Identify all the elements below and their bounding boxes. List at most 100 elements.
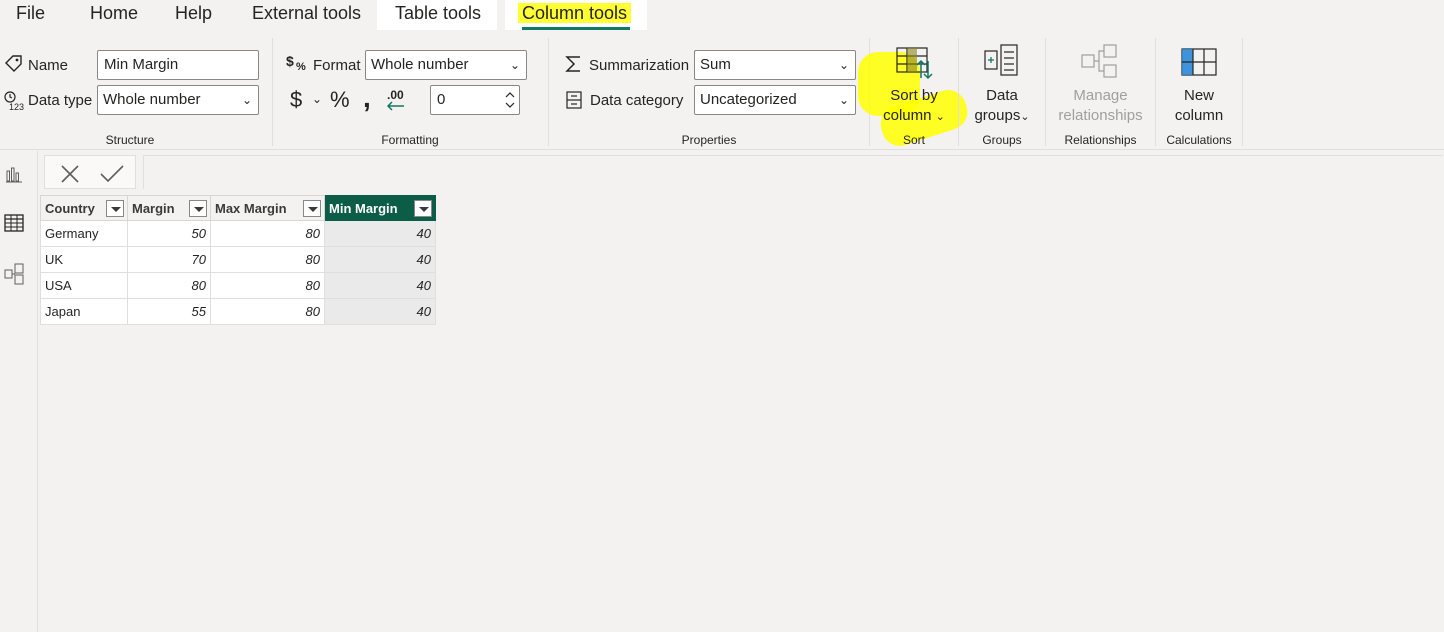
comma-style-button[interactable]: , — [363, 82, 371, 114]
report-view-icon[interactable] — [5, 165, 23, 183]
datatype-value: Whole number — [103, 91, 201, 108]
format-value: Whole number — [371, 56, 469, 73]
datatype-select[interactable]: Whole number ⌄ — [97, 85, 259, 115]
table-row: Japan 55 80 40 — [40, 298, 436, 325]
table-row: Germany 50 80 40 — [40, 220, 436, 247]
column-header-country[interactable]: Country — [40, 195, 128, 221]
checkmark-icon[interactable] — [99, 163, 125, 185]
sort-btn-line1: Sort by — [890, 87, 938, 104]
ribbon-tabs: File Home Help External tools Table tool… — [0, 0, 1444, 30]
new-column-icon — [1181, 48, 1217, 76]
group-label-groups: Groups — [982, 133, 1022, 147]
group-label-properties: Properties — [681, 133, 737, 147]
column-name-input[interactable]: Min Margin — [97, 50, 259, 80]
manage-relationships-button[interactable]: Manage relationships — [1053, 86, 1148, 126]
data-groups-icon — [984, 44, 1018, 76]
decimal-places-stepper[interactable]: 0 — [430, 85, 520, 115]
groups-btn-line1: Data — [986, 87, 1018, 104]
svg-text:123: 123 — [9, 102, 24, 112]
calc-btn-line1: New — [1183, 87, 1214, 104]
summarization-value: Sum — [700, 56, 731, 73]
model-view-icon[interactable] — [4, 263, 24, 285]
data-category-select[interactable]: Uncategorized ⌄ — [694, 85, 856, 115]
table-cell[interactable]: 50 — [127, 220, 211, 247]
group-separator — [272, 38, 273, 146]
group-label-structure: Structure — [105, 133, 155, 147]
close-icon[interactable] — [59, 163, 81, 185]
currency-button[interactable]: $ — [290, 87, 302, 113]
filter-dropdown-icon[interactable] — [106, 200, 124, 217]
column-header-label: Country — [45, 200, 95, 216]
column-header-margin[interactable]: Margin — [127, 195, 211, 221]
group-label-calculations: Calculations — [1166, 133, 1232, 147]
table-cell[interactable]: 80 — [210, 246, 325, 273]
table-cell[interactable]: 55 — [127, 298, 211, 325]
table-cell[interactable]: 80 — [210, 272, 325, 299]
group-label-relationships: Relationships — [1064, 133, 1137, 147]
svg-text:%: % — [296, 61, 306, 73]
table-cell[interactable]: 40 — [324, 220, 436, 247]
group-separator — [1242, 38, 1243, 146]
sigma-icon — [565, 56, 580, 72]
table-cell[interactable]: 40 — [324, 246, 436, 273]
table-cell[interactable]: 70 — [127, 246, 211, 273]
summarization-select[interactable]: Sum ⌄ — [694, 50, 856, 80]
datatype-label: Data type — [28, 92, 93, 109]
group-separator — [1045, 38, 1046, 146]
column-header-max-margin[interactable]: Max Margin — [210, 195, 325, 221]
format-select[interactable]: Whole number ⌄ — [365, 50, 527, 80]
stepper-arrows-icon[interactable] — [505, 89, 515, 111]
data-view-icon[interactable] — [4, 213, 24, 233]
tab-help[interactable]: Help — [175, 0, 212, 30]
tab-table-tools[interactable]: Table tools — [377, 0, 497, 30]
table-row: UK 70 80 40 — [40, 246, 436, 273]
table-cell[interactable]: USA — [40, 272, 128, 299]
data-groups-button[interactable]: Data groups⌄ — [962, 86, 1042, 127]
filter-dropdown-icon[interactable] — [414, 200, 432, 217]
formula-buttons — [44, 155, 136, 189]
table-cell[interactable]: 80 — [127, 272, 211, 299]
chevron-down-icon: ⌄ — [1020, 111, 1030, 123]
filter-dropdown-icon[interactable] — [189, 200, 207, 217]
column-header-min-margin[interactable]: Min Margin — [324, 195, 436, 221]
header-row: Country Margin Max Margin Min Margin — [40, 195, 436, 221]
new-column-button[interactable]: New column — [1160, 86, 1238, 126]
tab-file[interactable]: File — [16, 0, 45, 30]
summarization-label: Summarization — [589, 57, 690, 74]
group-separator — [548, 38, 549, 146]
table-cell[interactable]: Japan — [40, 298, 128, 325]
column-header-label: Margin — [132, 200, 175, 216]
filter-dropdown-icon[interactable] — [303, 200, 321, 217]
data-category-label: Data category — [590, 92, 684, 109]
data-category-value: Uncategorized — [700, 91, 797, 108]
chevron-down-icon: ⌄ — [509, 58, 520, 72]
groups-btn-line2-wrap: groups⌄ — [962, 106, 1042, 127]
data-grid: Country Margin Max Margin Min Margin Ger… — [40, 195, 436, 325]
table-row: USA 80 80 40 — [40, 272, 436, 299]
rel-btn-line2: relationships — [1058, 107, 1143, 124]
view-switcher-rail — [0, 151, 38, 632]
chevron-down-icon: ⌄ — [838, 58, 849, 72]
tab-external-tools[interactable]: External tools — [252, 0, 361, 30]
formula-input[interactable] — [143, 155, 1443, 189]
group-label-sort: Sort — [902, 133, 925, 147]
table-cell[interactable]: Germany — [40, 220, 128, 247]
chevron-down-icon: ⌄ — [838, 93, 849, 107]
table-cell[interactable]: 40 — [324, 272, 436, 299]
tab-column-tools-label: Column tools — [518, 3, 632, 23]
data-category-icon — [566, 91, 582, 109]
svg-text:$: $ — [286, 53, 294, 69]
percent-button[interactable]: % — [330, 87, 350, 113]
table-cell[interactable]: 40 — [324, 298, 436, 325]
sort-by-column-button[interactable]: Sort by column ⌄ — [874, 86, 954, 127]
calc-btn-line2: column — [1174, 107, 1224, 124]
table-cell[interactable]: UK — [40, 246, 128, 273]
table-cell[interactable]: 80 — [210, 220, 325, 247]
group-separator — [958, 38, 959, 146]
chevron-down-icon[interactable]: ⌄ — [312, 92, 322, 106]
tab-home[interactable]: Home — [90, 0, 138, 30]
rel-btn-line1: Manage — [1073, 87, 1128, 104]
chevron-down-icon: ⌄ — [241, 93, 252, 107]
tab-column-tools[interactable]: Column tools — [505, 0, 647, 30]
table-cell[interactable]: 80 — [210, 298, 325, 325]
